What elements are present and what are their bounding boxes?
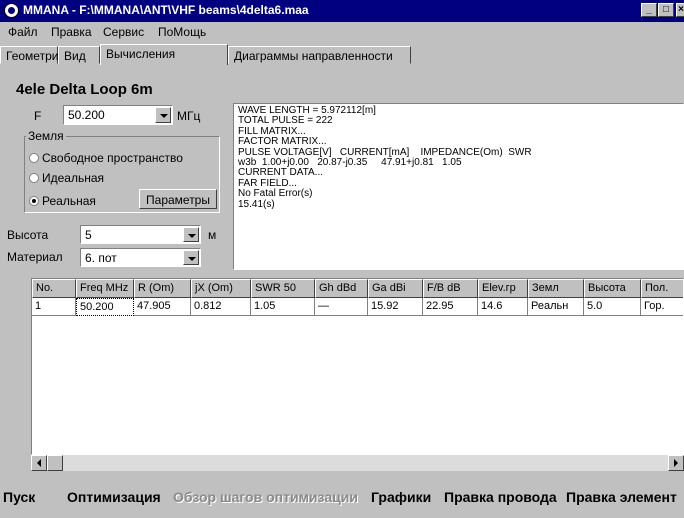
frequency-label: F xyxy=(34,109,42,123)
col-header-swr[interactable]: SWR 50 xyxy=(251,279,315,298)
tab-calculations[interactable]: Вычисления xyxy=(100,44,228,65)
col-header-jx[interactable]: jX (Om) xyxy=(191,279,251,298)
antenna-name: 4ele Delta Loop 6m xyxy=(16,81,153,98)
frequency-unit: МГц xyxy=(177,109,201,123)
window-title: MMANA - F:\MMANA\ANT\VHF beams\4delta6.m… xyxy=(23,3,309,17)
menu-edit[interactable]: Правка xyxy=(51,25,92,39)
scroll-thumb[interactable] xyxy=(47,455,63,471)
ground-free-space-label[interactable]: Свободное пространство xyxy=(42,151,183,165)
height-unit: м xyxy=(208,228,217,242)
ground-ideal-label[interactable]: Идеальная xyxy=(42,171,104,185)
tab-patterns[interactable]: Диаграммы направленности xyxy=(228,46,411,64)
table-cell[interactable]: 1 xyxy=(32,298,76,316)
col-header-no[interactable]: No. xyxy=(32,279,76,298)
col-header-r[interactable]: R (Om) xyxy=(134,279,191,298)
table-cell[interactable]: Гор. xyxy=(641,298,683,316)
table-cell[interactable]: — xyxy=(315,298,368,316)
table-cell[interactable]: 50.200 xyxy=(76,298,134,316)
col-header-ga[interactable]: Ga dBi xyxy=(368,279,423,298)
col-header-fb[interactable]: F/B dB xyxy=(423,279,478,298)
ground-group-label: Земля xyxy=(26,129,66,143)
menu-help[interactable]: ПоМощь xyxy=(158,25,206,39)
chevron-down-icon[interactable] xyxy=(183,227,199,242)
app-icon[interactable] xyxy=(4,3,19,18)
maximize-button[interactable]: □ xyxy=(658,3,674,17)
optimization-steps-button: Обзор шагов оптимизации xyxy=(173,489,358,505)
col-header-gh[interactable]: Gh dBd xyxy=(315,279,368,298)
material-value: 6. пот xyxy=(85,251,117,265)
table-cell[interactable]: 15.92 xyxy=(368,298,423,316)
results-table: No. Freq MHz R (Om) jX (Om) SWR 50 Gh dB… xyxy=(31,278,684,455)
title-bar: MMANA - F:\MMANA\ANT\VHF beams\4delta6.m… xyxy=(0,0,684,22)
edit-wire-button[interactable]: Правка провода xyxy=(441,483,563,511)
height-combo[interactable]: 5 xyxy=(80,225,201,244)
material-combo[interactable]: 6. пот xyxy=(80,248,201,267)
tab-geometry[interactable]: Геометрия xyxy=(0,46,65,64)
arrow-right-icon xyxy=(674,459,678,467)
ground-params-button[interactable]: Параметры xyxy=(139,189,217,209)
table-cell[interactable]: 1.05 xyxy=(251,298,315,316)
horizontal-scrollbar[interactable] xyxy=(31,455,684,471)
ground-real-label[interactable]: Реальная xyxy=(42,194,96,208)
arrow-left-icon xyxy=(37,459,41,467)
ground-real-radio[interactable] xyxy=(29,196,39,206)
scroll-left-button[interactable] xyxy=(31,455,47,471)
frequency-value: 50.200 xyxy=(68,108,105,122)
col-header-ground[interactable]: Земл xyxy=(528,279,584,298)
height-label: Высота xyxy=(7,228,49,242)
close-button[interactable]: × xyxy=(676,3,684,17)
menu-service[interactable]: Сервис xyxy=(103,25,144,39)
col-header-pol[interactable]: Пол. xyxy=(641,279,683,298)
table-cell[interactable]: Реальн xyxy=(528,298,584,316)
tab-strip: Геометрия Вид Вычисления Диаграммы напра… xyxy=(0,44,684,65)
height-value: 5 xyxy=(85,228,92,242)
optimize-button[interactable]: Оптимизация xyxy=(63,483,169,511)
col-header-height[interactable]: Высота xyxy=(584,279,641,298)
table-cell[interactable]: 5.0 xyxy=(584,298,641,316)
edit-element-button[interactable]: Правка элемент xyxy=(563,483,684,511)
chevron-down-icon[interactable] xyxy=(183,250,199,265)
col-header-elev[interactable]: Elev.гр xyxy=(478,279,528,298)
ground-ideal-radio[interactable] xyxy=(29,173,39,183)
menu-bar: Файл Правка Сервис ПоМощь xyxy=(0,22,684,41)
graphs-button[interactable]: Графики xyxy=(368,483,441,511)
menu-file[interactable]: Файл xyxy=(8,25,38,39)
table-cell[interactable]: 47.905 xyxy=(134,298,191,316)
ground-free-space-radio[interactable] xyxy=(29,153,39,163)
table-cell[interactable]: 0.812 xyxy=(191,298,251,316)
action-bar: Пуск Оптимизация Обзор шагов оптимизации… xyxy=(0,478,684,518)
scroll-right-button[interactable] xyxy=(668,455,684,471)
table-cell[interactable]: 14.6 xyxy=(478,298,528,316)
material-label: Материал xyxy=(7,250,63,264)
tab-view[interactable]: Вид xyxy=(58,46,100,64)
chevron-down-icon[interactable] xyxy=(155,107,171,123)
table-cell[interactable]: 22.95 xyxy=(423,298,478,316)
minimize-button[interactable]: _ xyxy=(641,3,657,17)
run-button[interactable]: Пуск xyxy=(0,483,63,511)
frequency-combo[interactable]: 50.200 xyxy=(63,105,173,125)
output-log: WAVE LENGTH = 5.972112[m] TOTAL PULSE = … xyxy=(233,103,684,270)
col-header-freq[interactable]: Freq MHz xyxy=(76,279,134,298)
